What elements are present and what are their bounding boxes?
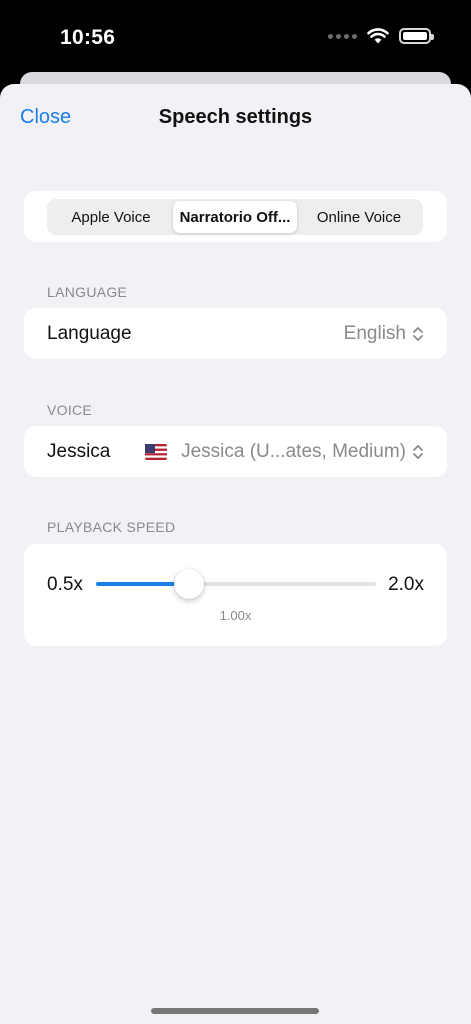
voice-picker[interactable]: Jessica (U...ates, Medium)	[145, 441, 424, 463]
segment-narratorio-offline[interactable]: Narratorio Off...	[173, 201, 297, 233]
page-title: Speech settings	[158, 106, 313, 128]
battery-icon	[399, 28, 434, 44]
voice-section-header: VOICE	[47, 402, 93, 418]
voice-row[interactable]: Jessica Jessica (U...ates, Medium)	[24, 426, 447, 477]
wifi-icon	[367, 28, 389, 44]
status-time: 10:56	[60, 26, 116, 49]
language-row[interactable]: Language English	[24, 308, 447, 359]
status-icons	[328, 28, 434, 44]
home-indicator	[151, 1008, 319, 1014]
status-bar: 10:56	[0, 0, 471, 80]
language-section-header: LANGUAGE	[47, 284, 128, 300]
voice-label: Jessica	[47, 440, 111, 462]
segment-online-voice[interactable]: Online Voice	[297, 201, 421, 233]
language-value: English	[343, 322, 406, 344]
playback-speed-card: 0.5x 2.0x 1.00x	[24, 544, 447, 646]
voice-value: Jessica (U...ates, Medium)	[181, 440, 406, 462]
us-flag-icon	[145, 443, 168, 460]
language-picker[interactable]: English	[344, 323, 424, 345]
speed-value-label: 1.00x	[219, 608, 252, 623]
voice-source-segmented-control: Apple Voice Narratorio Off... Online Voi…	[47, 199, 423, 235]
speed-min-label: 0.5x	[47, 574, 83, 595]
segment-apple-voice[interactable]: Apple Voice	[49, 201, 173, 233]
voice-source-card: Apple Voice Narratorio Off... Online Voi…	[24, 191, 447, 242]
chevron-up-down-icon	[412, 325, 424, 343]
slider-thumb[interactable]	[174, 569, 205, 599]
playback-speed-section-header: PLAYBACK SPEED	[47, 519, 176, 535]
signal-dots-icon	[328, 33, 357, 39]
speech-settings-sheet: Close Speech settings Apple Voice Narrat…	[0, 84, 471, 1024]
speed-max-label: 2.0x	[388, 574, 424, 595]
language-label: Language	[47, 322, 132, 344]
chevron-up-down-icon	[412, 443, 424, 461]
playback-speed-slider[interactable]	[96, 569, 376, 599]
nav-bar: Close Speech settings	[0, 84, 471, 152]
